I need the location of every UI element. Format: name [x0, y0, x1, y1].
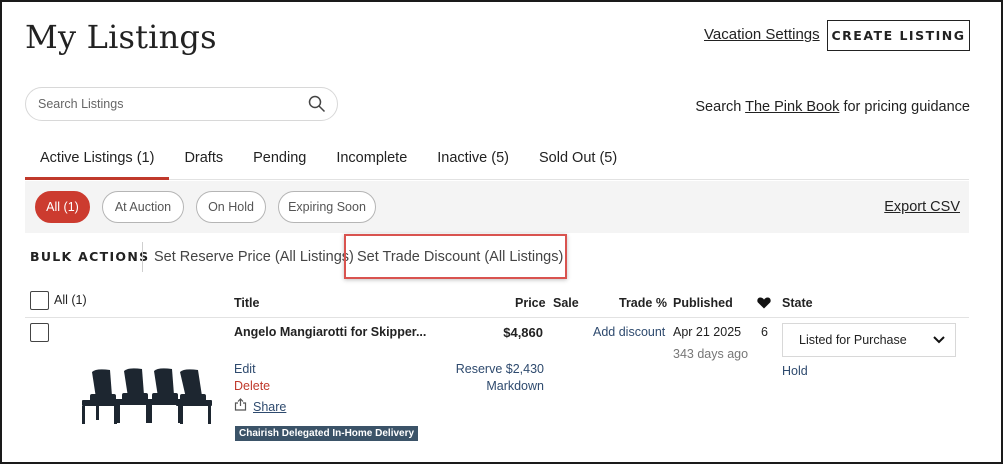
- pinkbook-link[interactable]: The Pink Book: [745, 99, 839, 115]
- highlight-annotation: [344, 234, 567, 279]
- column-trade: Trade %: [619, 296, 667, 310]
- create-listing-button[interactable]: CREATE LISTING: [827, 20, 970, 51]
- hold-link[interactable]: Hold: [782, 364, 808, 378]
- pinkbook-suffix: for pricing guidance: [839, 99, 970, 115]
- state-select[interactable]: Listed for Purchase: [782, 323, 956, 357]
- tab-incomplete[interactable]: Incomplete: [321, 144, 422, 180]
- chevron-down-icon: [933, 333, 945, 347]
- edit-link[interactable]: Edit: [234, 362, 256, 376]
- markdown-link[interactable]: Markdown: [486, 379, 544, 393]
- column-published: Published: [673, 296, 733, 310]
- state-select-value: Listed for Purchase: [799, 333, 907, 347]
- tab-sold-out[interactable]: Sold Out (5): [524, 144, 632, 180]
- column-sale: Sale: [553, 296, 579, 310]
- listing-title[interactable]: Angelo Mangiarotti for Skipper...: [234, 325, 426, 339]
- listing-tabs: Active Listings (1) Drafts Pending Incom…: [25, 144, 969, 180]
- vacation-settings-link[interactable]: Vacation Settings: [704, 26, 820, 43]
- column-price: Price: [515, 296, 546, 310]
- export-csv-link[interactable]: Export CSV: [884, 199, 960, 215]
- share-icon: [234, 398, 247, 416]
- set-reserve-price-button[interactable]: Set Reserve Price (All Listings): [154, 249, 354, 265]
- heart-icon: [757, 297, 771, 312]
- row-checkbox[interactable]: [30, 323, 49, 342]
- published-date: Apr 21 2025: [673, 325, 742, 339]
- delivery-badge: Chairish Delegated In-Home Delivery: [235, 426, 419, 441]
- bulk-divider: [142, 242, 143, 272]
- pinkbook-prefix: Search: [695, 99, 746, 115]
- tab-drafts[interactable]: Drafts: [169, 144, 238, 180]
- search-icon[interactable]: [307, 94, 327, 114]
- filter-bar: All (1) At Auction On Hold Expiring Soon…: [25, 181, 969, 233]
- filter-at-auction[interactable]: At Auction: [102, 191, 184, 223]
- filter-expiring-soon[interactable]: Expiring Soon: [278, 191, 376, 223]
- column-title: Title: [234, 296, 260, 310]
- table-header-divider: [25, 317, 969, 318]
- filter-all[interactable]: All (1): [35, 191, 90, 223]
- share-button[interactable]: Share: [234, 398, 286, 416]
- share-label: Share: [253, 400, 287, 414]
- select-all-checkbox[interactable]: [30, 291, 49, 310]
- tab-pending[interactable]: Pending: [238, 144, 321, 180]
- listing-price: $4,860: [503, 325, 543, 340]
- page-title: My Listings: [25, 18, 217, 56]
- column-state: State: [782, 296, 813, 310]
- pinkbook-guidance: Search The Pink Book for pricing guidanc…: [695, 99, 970, 115]
- select-all-label: All (1): [54, 293, 87, 307]
- listing-thumbnail[interactable]: [74, 362, 214, 428]
- tab-inactive[interactable]: Inactive (5): [422, 144, 524, 180]
- delete-link[interactable]: Delete: [234, 379, 270, 393]
- favorites-count: 6: [761, 325, 768, 339]
- search-input[interactable]: [38, 97, 307, 111]
- reserve-link[interactable]: Reserve $2,430: [456, 362, 544, 376]
- add-discount-link[interactable]: Add discount: [593, 325, 665, 339]
- search-box[interactable]: [25, 87, 338, 121]
- published-ago: 343 days ago: [673, 347, 749, 361]
- filter-on-hold[interactable]: On Hold: [196, 191, 266, 223]
- tab-active-listings[interactable]: Active Listings (1): [25, 144, 170, 180]
- bulk-actions-label: BULK ACTIONS: [30, 249, 150, 264]
